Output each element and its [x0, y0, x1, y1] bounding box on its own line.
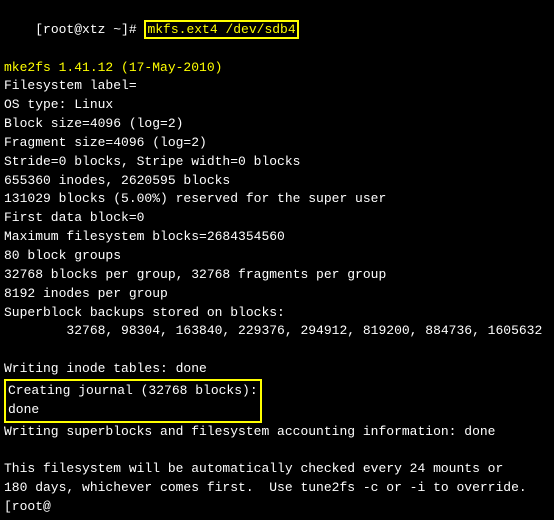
block-size-line: Block size=4096 (log=2): [4, 115, 550, 134]
stride-line: Stride=0 blocks, Stripe width=0 blocks: [4, 153, 550, 172]
superblock-list-line: 32768, 98304, 163840, 229376, 294912, 81…: [4, 322, 550, 341]
blank-line-2: [4, 441, 550, 460]
max-fs-line: Maximum filesystem blocks=2684354560: [4, 228, 550, 247]
auto-check-line-2: 180 days, whichever comes first. Use tun…: [4, 479, 550, 498]
inodes-per-group-line: 8192 inodes per group: [4, 285, 550, 304]
writing-super-line: Writing superblocks and filesystem accou…: [4, 423, 550, 442]
end-prompt-line: [root@: [4, 498, 550, 517]
block-groups-line: 80 block groups: [4, 247, 550, 266]
auto-check-line-1: This filesystem will be automatically ch…: [4, 460, 550, 479]
journal-line-1: Creating journal (32768 blocks):: [8, 382, 258, 401]
first-data-line: First data block=0: [4, 209, 550, 228]
journal-line-2: done: [8, 401, 258, 420]
inodes-line: 655360 inodes, 2620595 blocks: [4, 172, 550, 191]
superblock-backups-line: Superblock backups stored on blocks:: [4, 304, 550, 323]
frag-size-line: Fragment size=4096 (log=2): [4, 134, 550, 153]
prompt-text: [root@xtz ~]#: [35, 22, 144, 37]
blocks-per-group-line: 32768 blocks per group, 32768 fragments …: [4, 266, 550, 285]
version-line: mke2fs 1.41.12 (17-May-2010): [4, 59, 550, 78]
os-line: OS type: Linux: [4, 96, 550, 115]
label-line: Filesystem label=: [4, 77, 550, 96]
reserved-line: 131029 blocks (5.00%) reserved for the s…: [4, 190, 550, 209]
blank-line-1: [4, 341, 550, 360]
inode-tables-line: Writing inode tables: done: [4, 360, 550, 379]
cmd-mkfs: mkfs.ext4 /dev/sdb4: [144, 20, 298, 39]
terminal-window: [root@xtz ~]# mkfs.ext4 /dev/sdb4 mke2fs…: [0, 0, 554, 520]
